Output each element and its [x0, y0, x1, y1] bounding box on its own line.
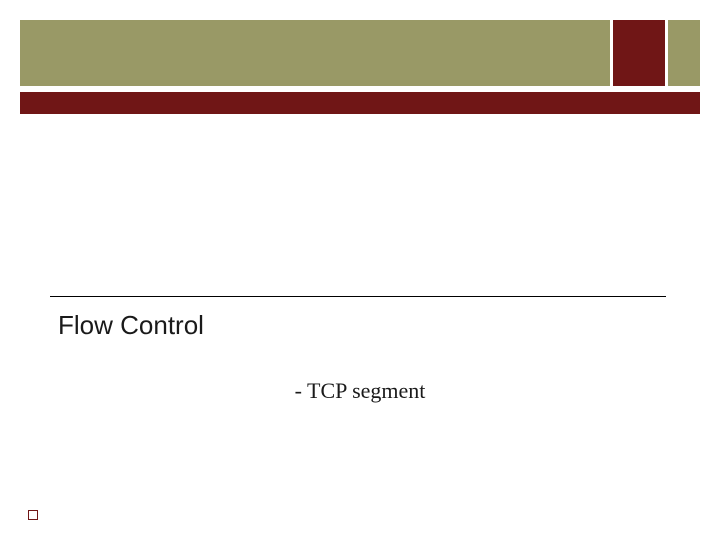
title-divider-line	[50, 296, 666, 297]
sub-band-maroon	[20, 92, 700, 114]
corner-square-icon	[28, 510, 38, 520]
slide-subtitle: - TCP segment	[0, 378, 720, 404]
band-left-olive	[20, 20, 610, 86]
header-decorative-band	[20, 20, 700, 86]
band-mid-maroon	[610, 20, 668, 86]
slide-title: Flow Control	[58, 310, 204, 341]
band-right-olive	[668, 20, 700, 86]
slide-container: Flow Control - TCP segment	[0, 0, 720, 540]
